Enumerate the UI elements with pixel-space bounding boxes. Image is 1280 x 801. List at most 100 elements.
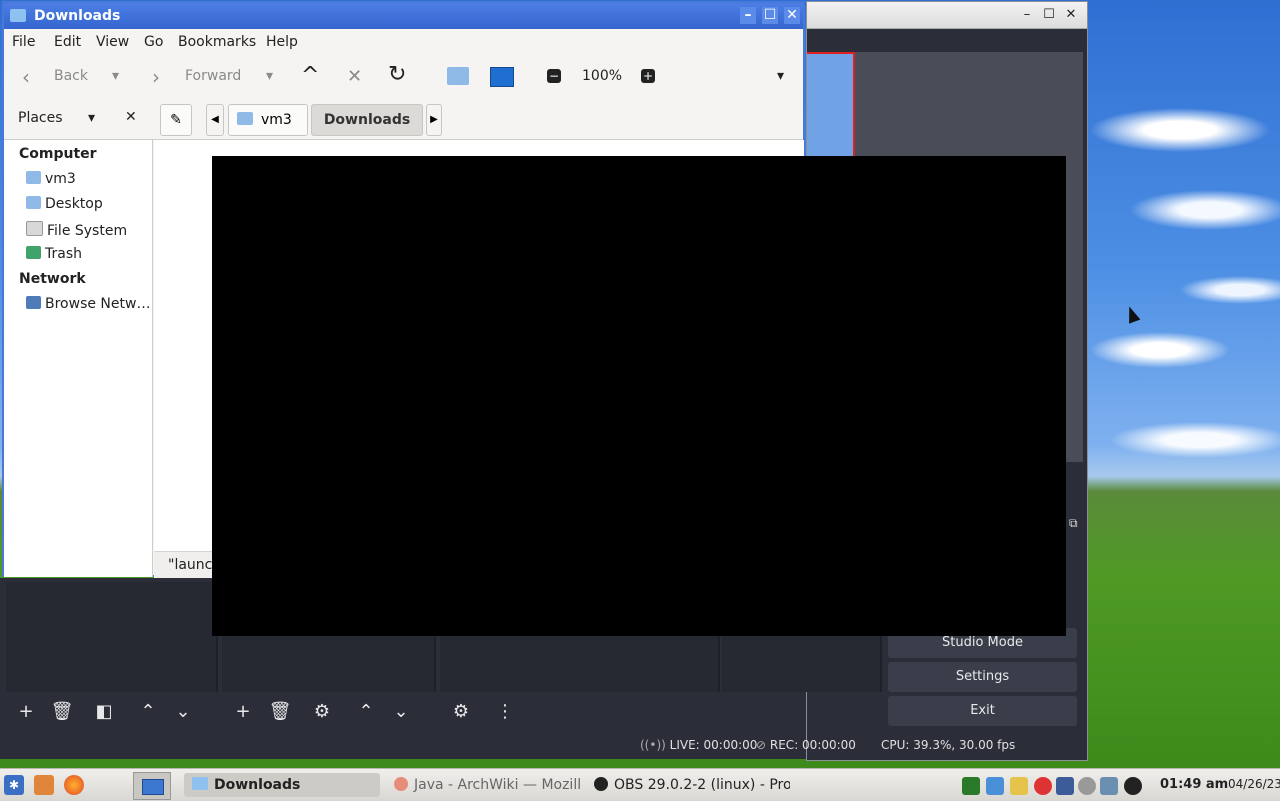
firefox-launcher-icon[interactable] [64,775,84,795]
toolbar: ‹ Back ▾ › Forward ▾ ^ ✕ ↻ − 100% + ▾ [4,57,803,100]
places-sidebar: Computer vm3 Desktop File System Trash N… [4,140,153,577]
forward-history-icon[interactable]: ▾ [266,68,273,84]
filters-icon[interactable]: ◧ [89,698,119,726]
screen-tray-icon[interactable] [1056,777,1074,795]
disk-tray-icon[interactable] [1078,777,1096,795]
scenes-panel [6,582,218,692]
path-home-button[interactable]: vm3 [228,104,308,136]
menu-view[interactable]: View [96,34,129,50]
obs-tray-icon[interactable] [1124,777,1142,795]
trash-icon [26,246,41,259]
source-properties-icon[interactable]: ⚙ [307,698,337,726]
maximize-icon[interactable]: ☐ [1041,7,1057,23]
sidebar-item-browse-network[interactable]: Browse Netw… [26,296,150,312]
drive-icon [26,221,43,236]
stop-icon[interactable]: ✕ [347,66,362,87]
minimize-icon[interactable]: – [1019,7,1035,23]
show-desktop-icon[interactable] [133,772,171,800]
sidebar-item-trash[interactable]: Trash [26,246,82,262]
menu-edit[interactable]: Edit [54,34,81,50]
minimize-icon[interactable]: – [740,7,756,24]
obs-preview [807,52,855,166]
back-arrow-icon[interactable]: ‹ [22,65,30,89]
network-error-tray-icon[interactable] [1034,777,1052,795]
sidebar-item-vm3[interactable]: vm3 [26,171,76,187]
back-button[interactable]: Back [54,68,88,84]
sidebar-item-desktop[interactable]: Desktop [26,196,103,212]
source-up-icon[interactable]: ⌃ [351,698,381,726]
menu-go[interactable]: Go [144,34,163,50]
desktop-screen-icon [142,779,164,795]
add-scene-icon[interactable]: + [11,698,41,726]
cpu-status: CPU: 39.3%, 30.00 fps [881,738,1016,752]
clock-date: 04/26/23 [1228,777,1280,791]
path-left-icon[interactable]: ◀ [206,104,224,136]
exit-button[interactable]: Exit [888,696,1077,726]
menu-file[interactable]: File [12,34,35,50]
zoom-in-icon[interactable]: + [641,69,655,83]
maximize-icon[interactable]: ☐ [762,7,778,24]
path-current-button[interactable]: Downloads [311,104,423,136]
dock-float-icon[interactable]: ⧉ [1069,516,1078,531]
home-folder-icon [26,171,41,184]
remove-scene-icon[interactable]: 🗑 [47,698,77,726]
path-right-icon[interactable]: ▶ [426,104,442,136]
section-computer: Computer [19,146,97,162]
home-icon[interactable] [447,67,469,85]
home-launcher-icon[interactable] [34,775,54,795]
move-up-icon[interactable]: ⌃ [133,698,163,726]
menu-help[interactable]: Help [266,34,298,50]
audio-settings-icon[interactable]: ⚙ [446,698,476,726]
clock-time: 01:49 am [1160,777,1229,792]
home-folder-icon [237,112,253,125]
live-status: ((•)) LIVE: 00:00:00 [640,738,758,752]
zoom-level: 100% [582,68,623,84]
keyboard-tray-icon[interactable] [1010,777,1028,795]
computer-icon[interactable] [490,67,514,87]
display-tray-icon[interactable] [986,777,1004,795]
start-menu-icon[interactable]: ✱ [4,775,24,795]
menu-bookmarks[interactable]: Bookmarks [178,34,256,50]
file-manager-titlebar[interactable]: Downloads – ☐ ✕ [4,3,803,29]
folder-icon [10,9,26,22]
up-icon[interactable]: ^ [301,63,319,88]
sidebar-item-file-system[interactable]: File System [26,221,127,239]
rec-status: ⊘ REC: 00:00:00 [756,738,856,752]
task-firefox[interactable]: Java - ArchWiki — Mozilla [390,773,580,797]
bluetooth-tray-icon[interactable] [1100,777,1118,795]
section-network: Network [19,271,86,287]
forward-button[interactable]: Forward [185,68,241,84]
firefox-icon [394,777,408,791]
back-history-icon[interactable]: ▾ [112,68,119,84]
settings-button[interactable]: Settings [888,662,1077,692]
obs-titlebar[interactable]: – ☐ ✕ [807,2,1087,29]
toolbar-overflow-icon[interactable]: ▾ [777,68,784,84]
source-down-icon[interactable]: ⌄ [386,698,416,726]
folder-icon [192,777,208,790]
close-icon[interactable]: ✕ [784,7,800,24]
task-downloads[interactable]: Downloads [184,773,380,797]
close-icon[interactable]: ✕ [1063,7,1079,23]
black-overlay-region [212,156,1066,636]
obs-icon [594,777,608,791]
taskbar: ✱ Downloads Java - ArchWiki — Mozilla OB… [0,768,1280,801]
forward-arrow-icon[interactable]: › [152,65,160,89]
sidebar-mode-select[interactable]: Places [18,110,63,126]
monitor-tray-icon[interactable] [962,777,980,795]
rec-icon: ⊘ [756,738,767,752]
remove-source-icon[interactable]: 🗑 [265,698,295,726]
reload-icon[interactable]: ↻ [388,62,406,87]
move-down-icon[interactable]: ⌄ [168,698,198,726]
live-icon: ((•)) [640,738,666,752]
menu-bar: File Edit View Go Bookmarks Help [4,29,803,57]
desktop-folder-icon [26,196,41,209]
close-sidebar-icon[interactable]: ✕ [125,109,137,125]
zoom-out-icon[interactable]: − [547,69,561,83]
network-icon [26,296,41,309]
location-edit-icon[interactable]: ✎ [160,104,192,136]
sidebar-mode-dropdown-icon[interactable]: ▾ [88,110,95,126]
add-source-icon[interactable]: + [228,698,258,726]
task-obs[interactable]: OBS 29.0.2-2 (linux) - Profi [590,773,790,797]
more-options-icon[interactable]: ⋮ [490,698,520,726]
path-bar: Places ▾ ✕ ✎ ◀ vm3 Downloads ▶ [4,99,803,140]
